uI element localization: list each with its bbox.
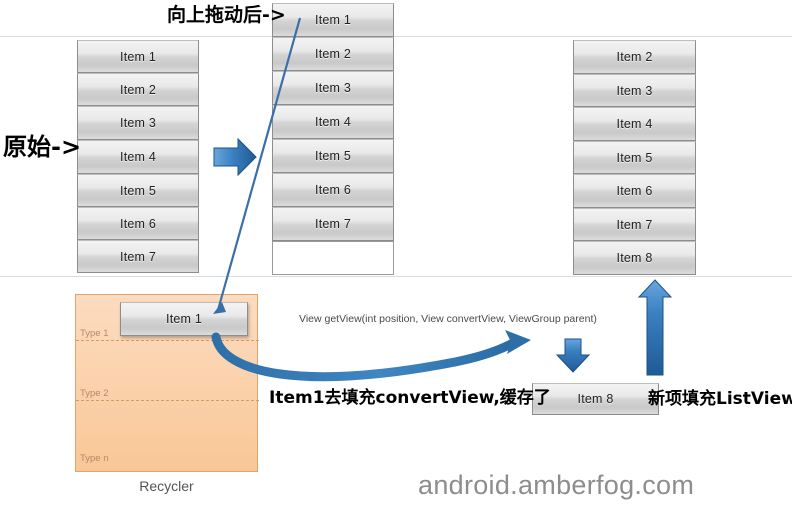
list-item[interactable]: Item 4	[573, 107, 696, 141]
list-item[interactable]: Item 5	[573, 141, 696, 174]
recycler-type-label: Type 2	[80, 388, 109, 399]
scrolled-list: Item 1 Item 2 Item 3 Item 4 Item 5 Item …	[272, 3, 394, 275]
list-item[interactable]: Item 7	[77, 240, 199, 273]
list-item[interactable]: Item 4	[77, 140, 199, 174]
new-item-8[interactable]: Item 8	[532, 383, 659, 415]
list-item[interactable]: Item 3	[77, 106, 199, 140]
label-original: 原始->	[3, 133, 82, 161]
convertview-curve-arrow	[211, 330, 531, 382]
recycler-type-label: Type 1	[80, 328, 109, 339]
site-signature: android.amberfog.com	[418, 470, 695, 500]
list-item[interactable]: Item 7	[272, 207, 394, 241]
list-item[interactable]: Item 6	[573, 174, 696, 208]
recycler-divider	[76, 340, 259, 341]
cached-item-1[interactable]: Item 1	[120, 302, 248, 336]
list-item[interactable]: Item 4	[272, 105, 394, 139]
list-item[interactable]: Item 2	[77, 73, 199, 106]
up-arrow-icon	[637, 279, 673, 376]
final-list: Item 2 Item 3 Item 4 Item 5 Item 6 Item …	[573, 40, 696, 275]
list-item[interactable]: Item 5	[272, 139, 394, 173]
list-item[interactable]: Item 1	[272, 3, 394, 37]
label-new-item-fills-listview: 新项填充ListView底	[648, 389, 792, 409]
list-item[interactable]: Item 8	[573, 241, 696, 275]
list-item[interactable]: Item 6	[77, 207, 199, 240]
label-item1-fills-convertview: Item1去填充convertView,缓存了	[269, 388, 551, 408]
list-item[interactable]: Item 1	[77, 40, 199, 73]
down-arrow-icon	[555, 338, 591, 373]
recycler-type-label: Type n	[80, 453, 109, 464]
recycler-divider	[76, 400, 259, 401]
list-item[interactable]: Item 3	[573, 74, 696, 107]
list-item[interactable]: Item 6	[272, 173, 394, 207]
list-item[interactable]: Item 2	[573, 40, 696, 74]
getview-signature: View getView(int position, View convertV…	[299, 313, 597, 325]
list-item[interactable]: Item 7	[573, 208, 696, 241]
recycler-caption: Recycler	[139, 478, 194, 494]
right-arrow-icon	[213, 137, 257, 177]
list-item[interactable]: Item 2	[272, 37, 394, 71]
original-list: Item 1 Item 2 Item 3 Item 4 Item 5 Item …	[77, 40, 199, 273]
label-after-drag-up: 向上拖动后->	[167, 4, 286, 26]
guide-rule-bottom	[0, 276, 792, 277]
empty-slot	[272, 241, 394, 275]
list-item[interactable]: Item 3	[272, 71, 394, 105]
diagram-canvas: Item 1 Item 2 Item 3 Item 4 Item 5 Item …	[0, 0, 792, 512]
guide-rule-top	[0, 36, 792, 37]
list-item[interactable]: Item 5	[77, 174, 199, 207]
